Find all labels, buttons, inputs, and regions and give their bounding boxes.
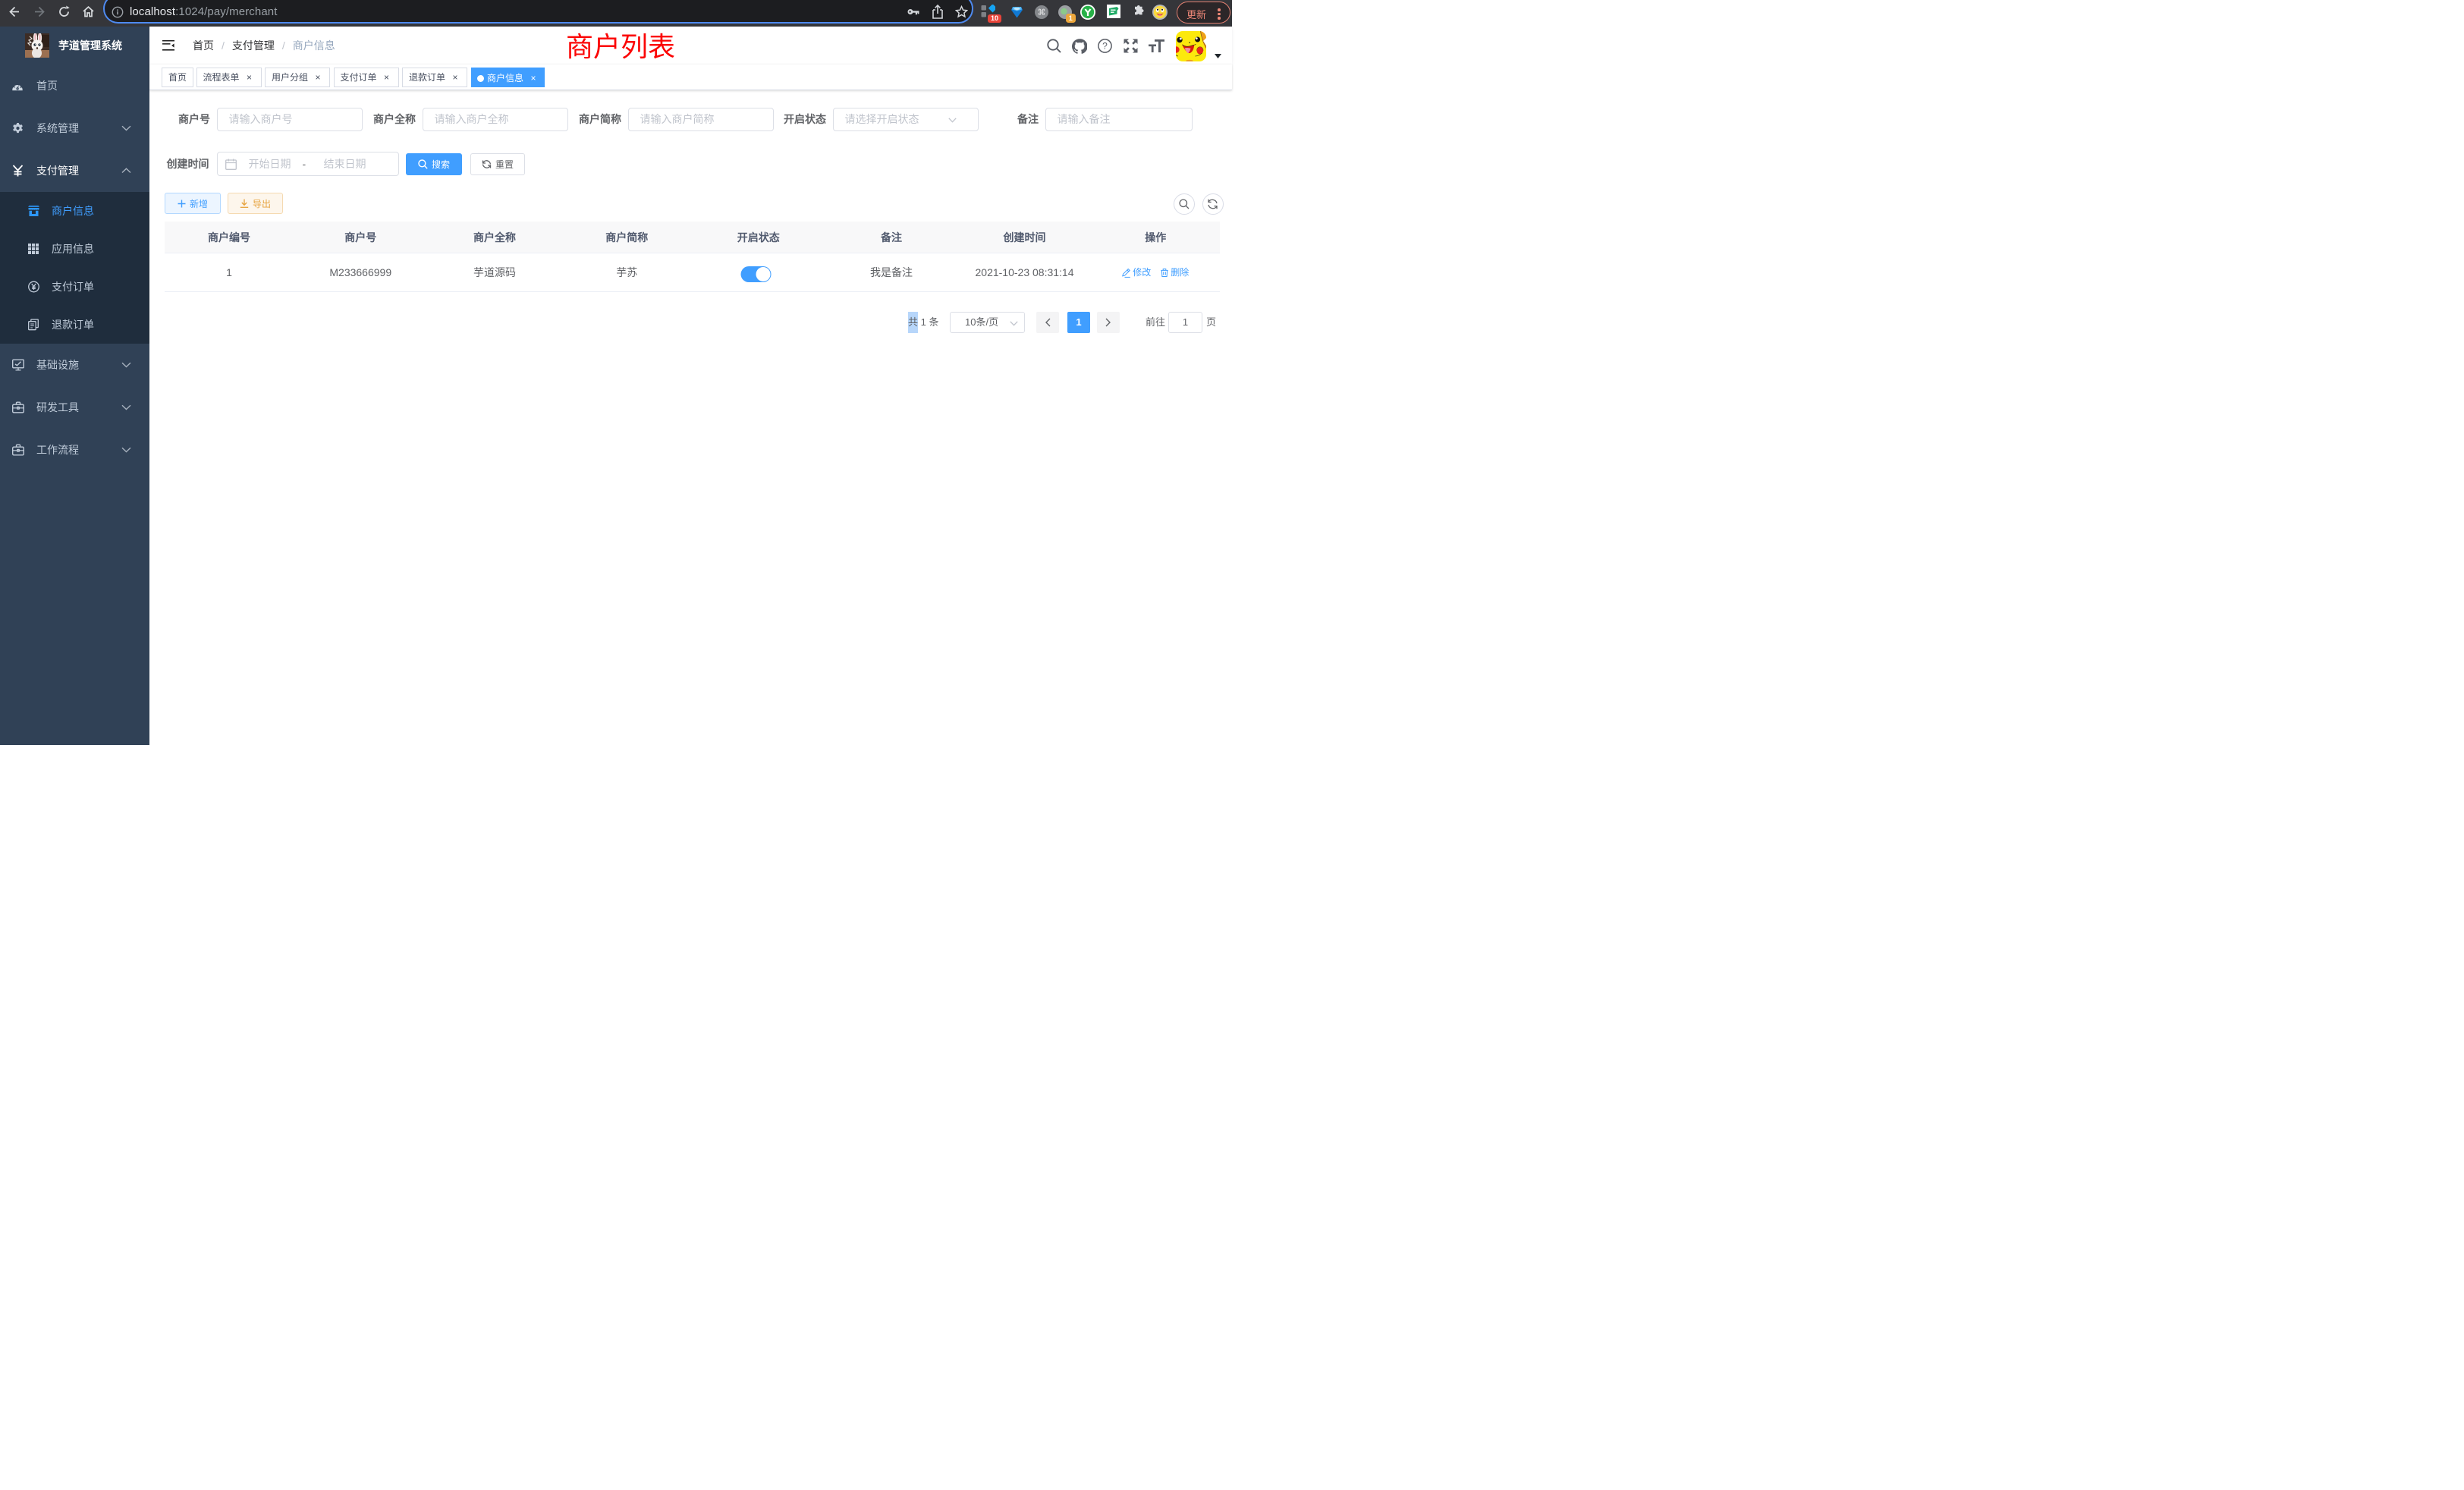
svg-text:⌘: ⌘ [1038, 8, 1046, 17]
svg-text:?: ? [1102, 41, 1108, 52]
